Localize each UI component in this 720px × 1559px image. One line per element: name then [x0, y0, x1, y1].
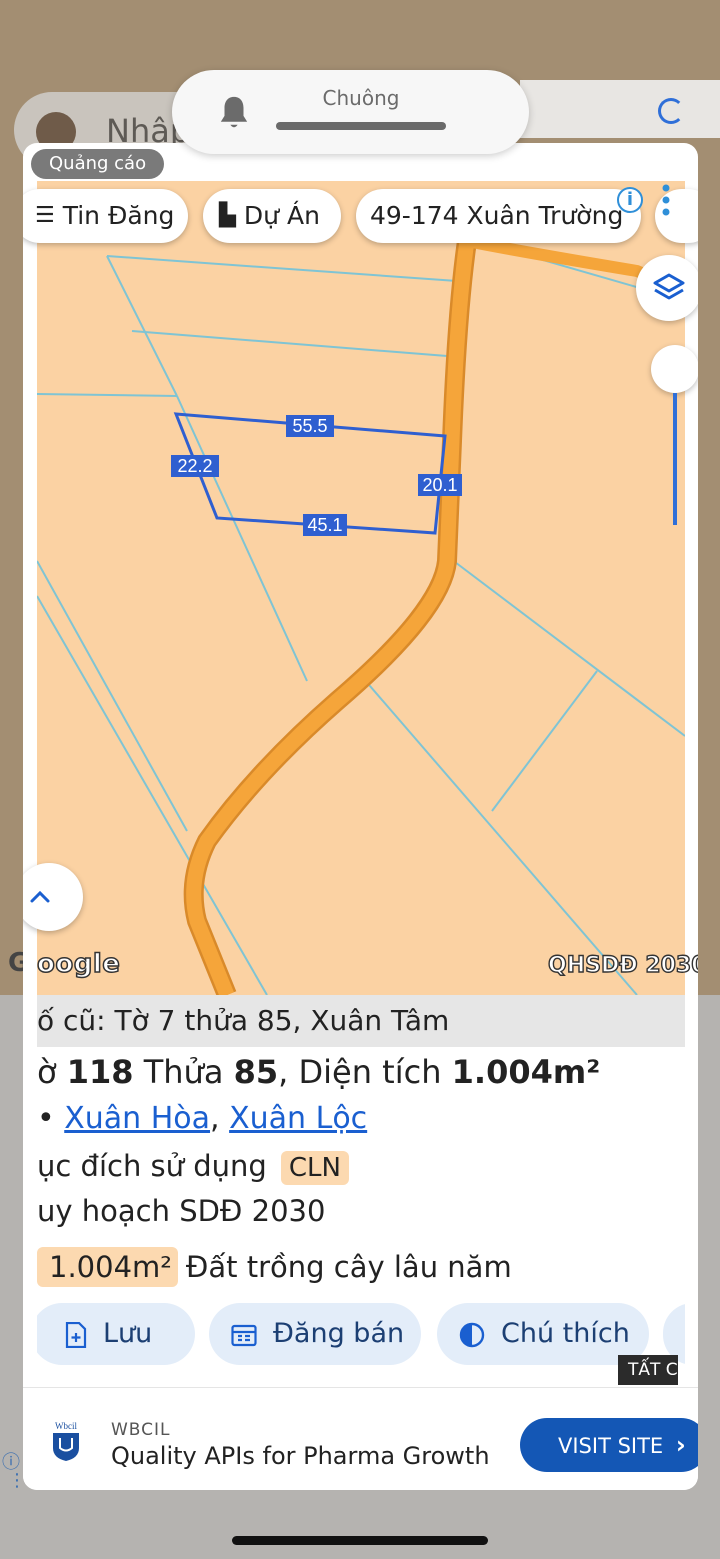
ad-more-icon[interactable]	[659, 183, 673, 217]
old-parcel-info: ố cũ: Tờ 7 thửa 85, Xuân Tâm	[37, 995, 685, 1047]
boundary-line	[491, 670, 598, 812]
map-view[interactable]: 55.5 22.2 20.1 45.1	[37, 181, 685, 995]
expand-panel-button[interactable]	[23, 863, 83, 931]
sheet-label: ờ	[37, 1053, 67, 1091]
boundary-line	[131, 330, 448, 357]
plot-label: Thửa	[133, 1053, 234, 1091]
contrast-icon	[459, 1322, 485, 1347]
building-icon: ▙	[219, 203, 236, 228]
chevron-right-icon: ›	[675, 1431, 686, 1459]
ad-headline: Quality APIs for Pharma Growth	[111, 1442, 490, 1470]
post-sale-button[interactable]: Đăng bán	[209, 1303, 421, 1365]
parcel-info-panel: ố cũ: Tờ 7 thửa 85, Xuân Tâm ờ 118 Thửa …	[37, 995, 685, 1387]
parcel-measurement-left: 22.2	[171, 455, 219, 477]
add-file-icon	[65, 1321, 87, 1348]
legend-label: Chú thích	[501, 1318, 630, 1349]
land-boundaries	[37, 240, 685, 995]
district-link[interactable]: Xuân Lộc	[229, 1101, 367, 1136]
boundary-line	[446, 555, 685, 737]
area-label: , Diện tích	[278, 1053, 452, 1091]
opacity-slider-handle[interactable]	[651, 345, 698, 393]
opacity-slider-track[interactable]	[673, 393, 677, 525]
parcel-measurement-top: 55.5	[286, 415, 334, 437]
chevron-up-icon	[30, 890, 50, 903]
area-value: 1.004m²	[451, 1053, 601, 1091]
purpose-code-badge: CLN	[280, 1151, 349, 1185]
boundary-line	[37, 393, 178, 397]
plot-number: 85	[233, 1053, 279, 1091]
background-top-bar	[520, 80, 720, 138]
chip-listings[interactable]: ☰ Tin Đăng	[23, 189, 188, 243]
notification-progress-bar	[276, 122, 446, 130]
land-use-purpose: ục đích sử dụng CLN	[37, 1149, 349, 1185]
layers-icon	[653, 273, 685, 300]
loading-spinner-icon	[658, 98, 684, 124]
list-icon: ☰	[35, 203, 55, 228]
all-tag[interactable]: TẤT C	[618, 1355, 678, 1385]
post-sale-label: Đăng bán	[273, 1318, 405, 1349]
measurement-left: 22.2	[177, 456, 212, 476]
address-separator: ,	[210, 1101, 230, 1136]
visit-site-label: VISIT SITE	[558, 1434, 664, 1458]
measurement-bottom: 45.1	[307, 515, 342, 535]
wbcil-logo: Wbcil	[53, 1421, 79, 1461]
ad-label: Quảng cáo	[31, 149, 165, 179]
notification-label: Chuông	[322, 86, 400, 110]
camera-icon: ◙	[683, 1318, 685, 1349]
purpose-label: ục đích sử dụng	[37, 1149, 267, 1183]
ad-card: Quảng cáo 55.5 22.2 20.1 45.1 ☰ Tin Đăng…	[23, 143, 698, 1490]
save-label: Lưu	[103, 1318, 153, 1349]
parcel-summary: ờ 118 Thửa 85, Diện tích 1.004m²	[37, 1053, 600, 1091]
visit-site-button[interactable]: VISIT SITE ›	[520, 1418, 698, 1472]
chip-address[interactable]: 49-174 Xuân Trường	[356, 189, 641, 243]
chip-projects[interactable]: ▙ Dự Án	[203, 189, 341, 243]
boundary-line	[176, 395, 308, 682]
boundary-line	[37, 560, 188, 832]
home-indicator[interactable]	[232, 1536, 488, 1545]
notification-pill[interactable]: Chuông	[172, 70, 529, 154]
plan-area-badge: 1.004m²	[37, 1247, 178, 1287]
svg-text:Wbcil: Wbcil	[55, 1421, 77, 1431]
bell-icon	[220, 96, 248, 128]
ad-brand: WBCIL	[111, 1420, 171, 1440]
plan-detail: 1.004m² Đất trồng cây lâu năm	[37, 1247, 512, 1287]
parcel-measurement-right: 20.1	[418, 474, 462, 496]
measurement-right: 20.1	[422, 475, 457, 495]
boundary-line	[356, 670, 638, 995]
save-button[interactable]: Lưu	[37, 1303, 195, 1365]
parcel-address: • Xuân Hòa, Xuân Lộc	[37, 1101, 367, 1136]
chip-listings-label: Tin Đăng	[62, 201, 175, 230]
chip-address-label: 49-174 Xuân Trường	[370, 201, 624, 230]
parcel-measurement-bottom: 45.1	[303, 514, 347, 536]
google-logo: oogle	[36, 948, 121, 980]
sheet-number: 118	[66, 1053, 134, 1091]
calendar-icon	[231, 1324, 257, 1346]
boundary-line	[106, 255, 178, 397]
ad-banner[interactable]: Wbcil WBCIL Quality APIs for Pharma Grow…	[23, 1387, 698, 1490]
plan-type: Đất trồng cây lâu năm	[185, 1250, 512, 1284]
ward-link[interactable]: Xuân Hòa	[64, 1101, 210, 1136]
address-prefix: •	[37, 1101, 65, 1136]
ad-info-icon[interactable]: i	[617, 187, 643, 213]
map-canvas[interactable]: 55.5 22.2 20.1 45.1	[37, 181, 685, 995]
chip-projects-label: Dự Án	[243, 201, 320, 230]
layers-button[interactable]	[636, 255, 698, 321]
boundary-line	[106, 255, 458, 282]
map-layer-label: QHSDĐ 2030	[547, 952, 698, 978]
measurement-top: 55.5	[292, 416, 327, 436]
plan-heading: uy hoạch SDĐ 2030	[37, 1194, 326, 1228]
